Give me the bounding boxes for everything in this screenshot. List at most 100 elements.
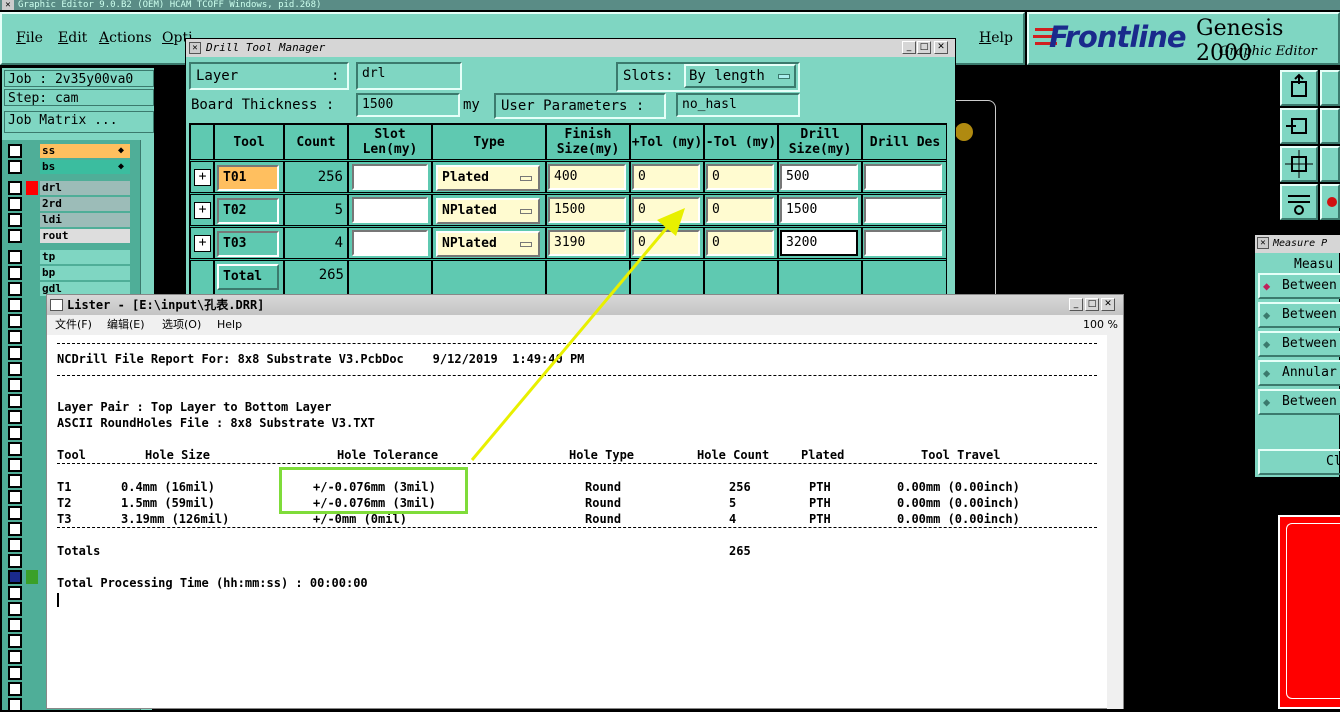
mtol-input[interactable]: 0 xyxy=(706,197,774,223)
tool-button-6[interactable] xyxy=(1320,146,1340,182)
lister-minimize-icon[interactable]: _ xyxy=(1069,298,1083,311)
drill-size-input[interactable]: 1500 xyxy=(780,197,858,223)
layer-checkbox[interactable] xyxy=(8,410,22,424)
layer-checkbox[interactable] xyxy=(8,426,22,440)
layer-row-2rd[interactable]: 2rd xyxy=(8,197,130,211)
tool-button-4[interactable] xyxy=(1320,108,1340,144)
lister-menu-options[interactable]: 选项(O) xyxy=(162,315,201,335)
user-parameters-field[interactable]: no_hasl xyxy=(676,93,800,117)
tool-button-7[interactable] xyxy=(1280,184,1318,220)
layer-checkbox[interactable] xyxy=(8,538,22,552)
expand-button[interactable]: + xyxy=(190,227,214,259)
tool-button-1[interactable] xyxy=(1280,70,1318,106)
layer-checkbox[interactable] xyxy=(8,490,22,504)
tool-name-T02[interactable]: T02 xyxy=(217,198,279,224)
layer-checkbox[interactable] xyxy=(8,682,22,696)
layer-checkbox[interactable] xyxy=(8,266,22,280)
menu-file[interactable]: File xyxy=(16,30,43,46)
slot-len-input[interactable] xyxy=(352,197,428,223)
board-thickness-field[interactable]: 1500 xyxy=(356,93,460,117)
layer-checkbox[interactable] xyxy=(8,144,22,158)
slot-len-input[interactable] xyxy=(352,230,428,256)
drill-des-input[interactable] xyxy=(864,197,942,223)
tool-name-T03[interactable]: T03 xyxy=(217,231,279,257)
lister-maximize-icon[interactable]: □ xyxy=(1085,298,1099,311)
tool-button-8[interactable] xyxy=(1320,184,1340,220)
drill-des-input[interactable] xyxy=(864,164,942,190)
drill-des-input[interactable] xyxy=(864,230,942,256)
tool-button-2[interactable] xyxy=(1320,70,1340,106)
drill-size-input[interactable]: 3200 xyxy=(780,230,858,256)
layer-checkbox[interactable] xyxy=(8,250,22,264)
layer-checkbox[interactable] xyxy=(8,570,22,584)
layer-checkbox[interactable] xyxy=(8,618,22,632)
close-icon[interactable]: ✕ xyxy=(2,0,14,10)
finish-input[interactable]: 400 xyxy=(548,164,626,190)
layer-checkbox[interactable] xyxy=(8,378,22,392)
drill-size-input[interactable]: 500 xyxy=(780,164,858,190)
layer-checkbox[interactable] xyxy=(8,442,22,456)
mtol-input[interactable]: 0 xyxy=(706,230,774,256)
slots-dropdown[interactable]: By length xyxy=(684,64,796,88)
layer-checkbox[interactable] xyxy=(8,197,22,211)
job-matrix-button[interactable]: Job Matrix ... xyxy=(4,111,154,133)
layer-checkbox[interactable] xyxy=(8,698,22,712)
layer-checkbox[interactable] xyxy=(8,506,22,520)
layer-checkbox[interactable] xyxy=(8,474,22,488)
layer-checkbox[interactable] xyxy=(8,160,22,174)
layer-row-bp[interactable]: bp xyxy=(8,266,130,280)
menu-actions[interactable]: Actions xyxy=(99,30,152,46)
layer-checkbox[interactable] xyxy=(8,181,22,195)
layer-checkbox[interactable] xyxy=(8,458,22,472)
layer-checkbox[interactable] xyxy=(8,666,22,680)
measure-option-0[interactable]: ◆ Between xyxy=(1258,273,1340,299)
maximize-icon[interactable]: □ xyxy=(917,41,931,54)
lister-close-icon[interactable]: ✕ xyxy=(1101,298,1115,311)
lister-menu-file[interactable]: 文件(F) xyxy=(55,315,92,335)
lister-menu-edit[interactable]: 编辑(E) xyxy=(107,315,145,335)
tool-button-3[interactable] xyxy=(1280,108,1318,144)
ptol-input[interactable]: 0 xyxy=(632,164,700,190)
layer-row-rout[interactable]: rout xyxy=(8,229,130,243)
slot-len-input[interactable] xyxy=(352,164,428,190)
measure-option-3[interactable]: ◆ Annular xyxy=(1258,360,1340,386)
mtol-input[interactable]: 0 xyxy=(706,164,774,190)
layer-checkbox[interactable] xyxy=(8,346,22,360)
layer-checkbox[interactable] xyxy=(8,554,22,568)
layer-row-ss[interactable]: ss ◆ xyxy=(8,144,130,158)
layer-checkbox[interactable] xyxy=(8,282,22,296)
layer-checkbox[interactable] xyxy=(8,586,22,600)
measure-close-button[interactable]: Cl xyxy=(1258,449,1340,475)
layer-checkbox[interactable] xyxy=(8,213,22,227)
measure-option-2[interactable]: ◆ Between xyxy=(1258,331,1340,357)
layer-checkbox[interactable] xyxy=(8,330,22,344)
layer-checkbox[interactable] xyxy=(8,298,22,312)
drill-tool-manager-titlebar[interactable]: Drill Tool Manager xyxy=(186,39,955,57)
expand-button[interactable]: + xyxy=(190,161,214,193)
lister-menu-help[interactable]: Help xyxy=(217,315,242,335)
measure-option-1[interactable]: ◆ Between xyxy=(1258,302,1340,328)
layer-row-drl[interactable]: drl xyxy=(8,181,130,195)
measure-close-icon[interactable]: ✕ xyxy=(1257,237,1269,249)
type-dropdown[interactable]: Plated xyxy=(436,165,540,191)
layer-checkbox[interactable] xyxy=(8,650,22,664)
menu-help[interactable]: Help xyxy=(979,30,1013,46)
measure-option-4[interactable]: ◆ Between xyxy=(1258,389,1340,415)
window-menu-icon[interactable]: ✕ xyxy=(189,42,201,54)
layer-checkbox[interactable] xyxy=(8,634,22,648)
menu-edit[interactable]: Edit xyxy=(58,30,87,46)
expand-button[interactable]: + xyxy=(190,194,214,226)
layer-checkbox[interactable] xyxy=(8,229,22,243)
layer-checkbox[interactable] xyxy=(8,394,22,408)
layer-row-bs[interactable]: bs ◆ xyxy=(8,160,130,174)
tool-button-5[interactable] xyxy=(1280,146,1318,182)
close-icon[interactable]: ✕ xyxy=(934,41,948,54)
layer-row-ldi[interactable]: ldi xyxy=(8,213,130,227)
lister-scrollbar[interactable] xyxy=(1107,335,1123,709)
layer-checkbox[interactable] xyxy=(8,362,22,376)
layer-checkbox[interactable] xyxy=(8,314,22,328)
layer-row-tp[interactable]: tp xyxy=(8,250,130,264)
minimize-icon[interactable]: _ xyxy=(902,41,916,54)
layer-field[interactable]: drl xyxy=(356,62,462,90)
layer-checkbox[interactable] xyxy=(8,602,22,616)
